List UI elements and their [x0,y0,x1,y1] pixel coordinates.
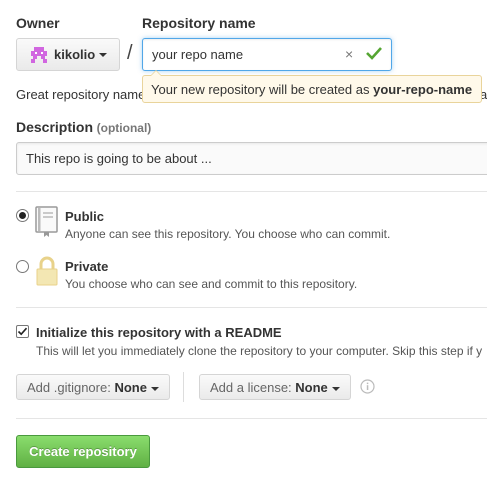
license-dropdown[interactable]: Add a license: None [199,374,351,400]
description-input[interactable] [16,142,487,175]
license-value: None [295,380,328,395]
divider-2 [16,307,487,308]
tooltip-arrow-fill [151,71,161,76]
chevron-down-icon [331,386,340,391]
license-text: Add a license: None [210,380,340,395]
owner-dropdown[interactable]: kikolio [16,38,120,71]
readme-description: This will let you immediately clone the … [36,344,483,358]
tooltip-text: Your new repository will be created as y… [151,82,472,97]
owner-label: Owner [16,15,60,31]
readme-label[interactable]: Initialize this repository with a README [36,325,282,340]
private-description: You choose who can see and commit to thi… [65,277,358,291]
gitignore-value: None [114,380,147,395]
tooltip-repo-name: your-repo-name [373,82,473,97]
owner-name: kikolio [54,47,96,62]
public-label[interactable]: Public [65,209,104,224]
book-icon [35,206,59,241]
clear-icon[interactable]: × [345,46,353,62]
description-label: Description (optional) [16,119,151,135]
description-label-text: Description [16,119,94,135]
tooltip-prefix: Your new repository will be created as [151,82,374,97]
chevron-down-icon [150,386,159,391]
chevron-down-icon [99,53,107,57]
repository-name-hint: Great repository name [16,87,146,102]
gitignore-text: Add .gitignore: None [27,380,159,395]
check-icon [366,46,382,63]
info-icon[interactable] [360,379,375,397]
private-label[interactable]: Private [65,259,108,274]
divider-1 [16,191,487,192]
dropdown-separator [183,372,184,402]
public-radio[interactable] [16,209,29,222]
lock-icon [35,255,59,290]
owner-avatar [31,47,47,66]
gitignore-prefix: Add .gitignore: [27,380,115,395]
repository-name-input[interactable] [142,38,392,71]
divider-3 [16,418,487,419]
readme-checkbox[interactable] [16,325,29,338]
repository-name-label: Repository name [142,15,256,31]
public-description: Anyone can see this repository. You choo… [65,227,391,241]
owner-repo-separator: / [127,42,133,64]
license-prefix: Add a license: [210,380,296,395]
gitignore-dropdown[interactable]: Add .gitignore: None [16,374,170,400]
private-radio[interactable] [16,260,29,273]
create-repository-button[interactable]: Create repository [16,435,150,468]
repository-name-tooltip: Your new repository will be created as y… [142,70,482,103]
description-optional: (optional) [96,121,152,135]
